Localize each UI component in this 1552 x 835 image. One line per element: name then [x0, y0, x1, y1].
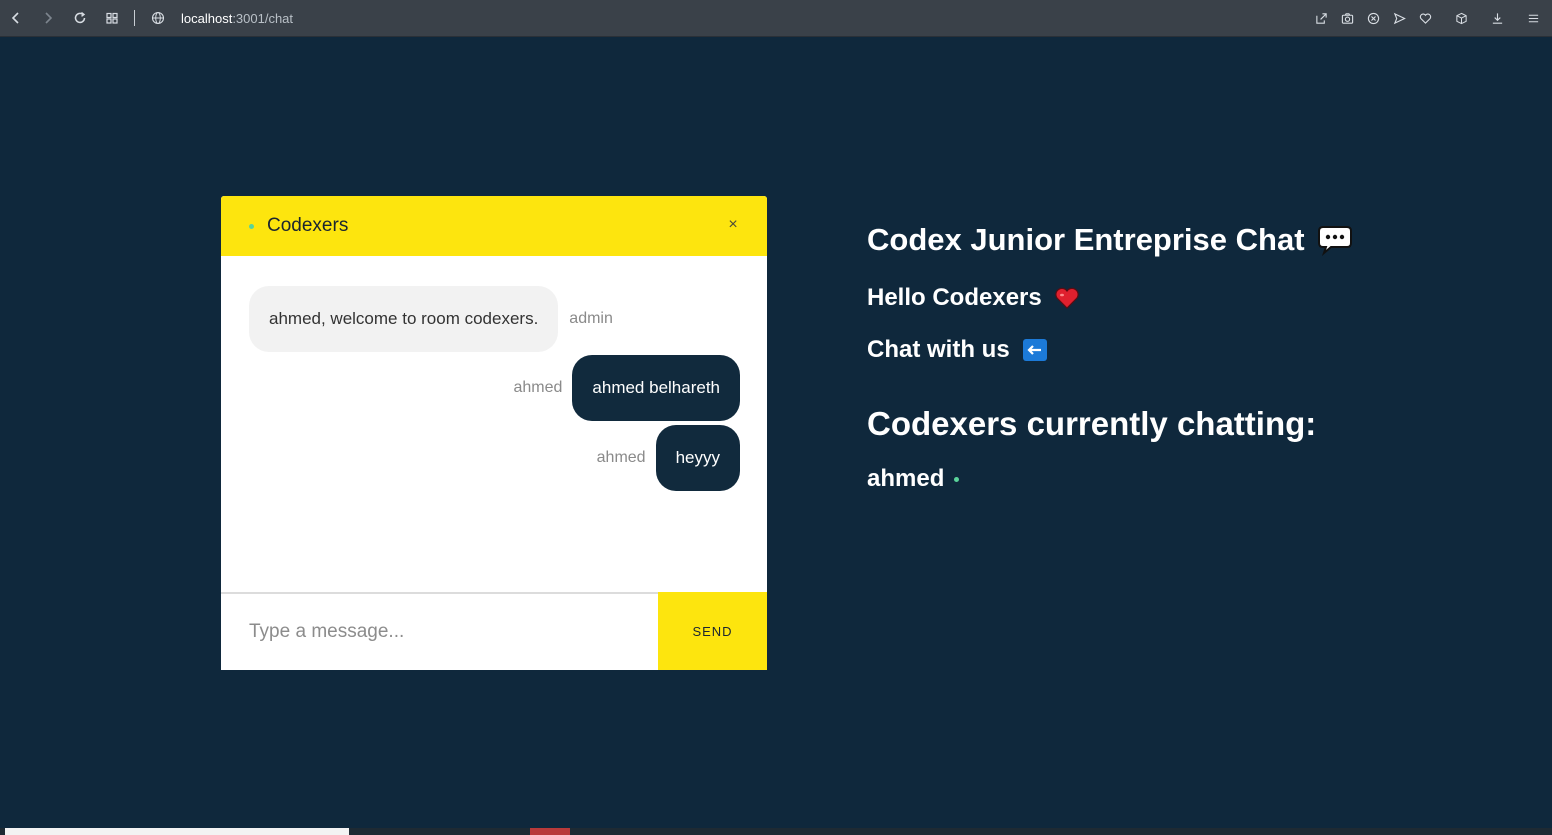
message-list: ahmed, welcome to room codexers. admin a… [221, 256, 767, 592]
user-name: ahmed [867, 465, 945, 492]
message-item: ahmed ahmed belhareth [513, 355, 740, 421]
block-icon[interactable] [1360, 0, 1386, 37]
heart-icon [1054, 286, 1080, 310]
chat-with-us-text: Chat with us [867, 336, 1010, 363]
message-item: ahmed, welcome to room codexers. admin [249, 286, 613, 352]
heart-icon[interactable] [1412, 0, 1438, 37]
message-sender: admin [569, 310, 613, 327]
message-composer: SEND [221, 592, 767, 670]
url-path: :3001/chat [232, 10, 294, 26]
message-bubble: heyyy [655, 425, 740, 491]
menu-icon[interactable] [1520, 0, 1546, 37]
download-icon[interactable] [1484, 0, 1510, 37]
taskbar-item[interactable] [5, 828, 349, 835]
message-sender: ahmed [596, 449, 646, 466]
chat-window: Codexers × ahmed, welcome to room codexe… [221, 196, 767, 670]
url-host: localhost [181, 10, 233, 26]
back-icon[interactable] [0, 0, 32, 37]
message-bubble: ahmed, welcome to room codexers. [249, 286, 559, 352]
forward-icon[interactable] [32, 0, 64, 37]
chat-header: Codexers × [221, 196, 767, 256]
browser-tools [1308, 0, 1546, 37]
cube-icon[interactable] [1448, 0, 1474, 37]
hello-heading: Hello Codexers [867, 284, 1080, 312]
send-button[interactable]: SEND [658, 592, 767, 670]
chat-with-us-heading: Chat with us [867, 336, 1048, 364]
page-title: Codex Junior Entreprise Chat [867, 222, 1353, 258]
camera-icon[interactable] [1334, 0, 1360, 37]
taskbar [0, 828, 1552, 835]
online-indicator [249, 223, 254, 229]
online-indicator [954, 476, 960, 482]
message-input[interactable] [221, 594, 658, 670]
toolbar-divider [134, 10, 135, 26]
share-icon[interactable] [1308, 0, 1334, 37]
left-arrow-icon [1022, 338, 1048, 362]
close-icon[interactable]: × [725, 216, 741, 233]
message-item: ahmed heyyy [597, 425, 740, 491]
speech-bubble-icon [1317, 224, 1353, 256]
page-title-text: Codex Junior Entreprise Chat [867, 222, 1305, 257]
reload-icon[interactable] [64, 0, 96, 37]
room-name: Codexers [267, 215, 349, 236]
browser-toolbar: localhost:3001/chat [0, 0, 1552, 37]
message-sender: ahmed [513, 379, 563, 396]
tabs-grid-icon[interactable] [96, 0, 128, 37]
globe-icon [143, 11, 173, 25]
taskbar-item[interactable] [530, 828, 570, 835]
send-icon[interactable] [1386, 0, 1412, 37]
user-list-item: ahmed [867, 465, 960, 493]
hello-text: Hello Codexers [867, 284, 1042, 311]
address-bar[interactable]: localhost:3001/chat [181, 11, 293, 26]
currently-chatting-heading: Codexers currently chatting: [867, 405, 1317, 442]
message-bubble: ahmed belhareth [572, 355, 740, 421]
